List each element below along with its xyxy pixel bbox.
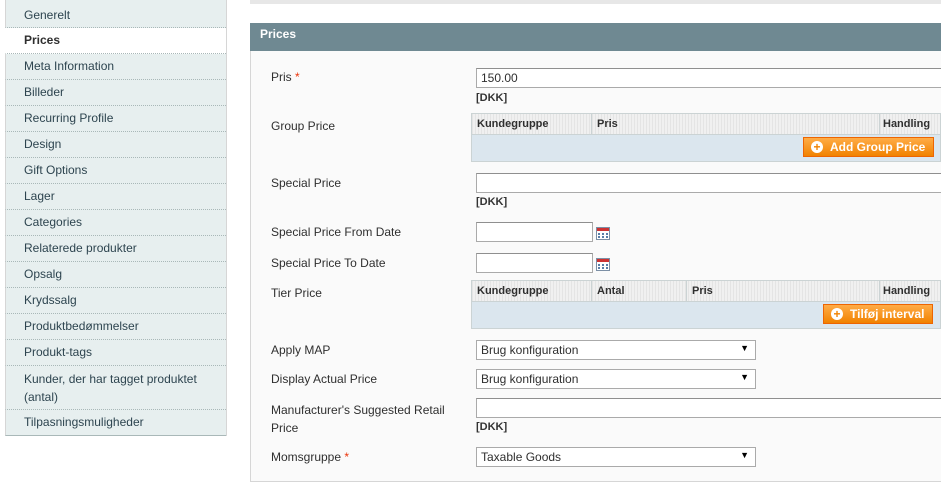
- top-divider: [250, 0, 941, 4]
- special-to-input[interactable]: [476, 253, 593, 273]
- col-pris: Pris: [692, 285, 713, 297]
- dropdown-arrow-icon: ▼: [740, 450, 749, 460]
- sidebar-item-design[interactable]: Design: [5, 132, 226, 158]
- sidebar-item-kunder-tagget[interactable]: Kunder, der har tagget produktet (antal): [5, 366, 226, 410]
- sidebar-item-meta-information[interactable]: Meta Information: [5, 54, 226, 80]
- sidebar-item-prices[interactable]: Prices: [5, 28, 226, 54]
- sidebar-tabs: Generelt Prices Meta Information Billede…: [5, 0, 227, 436]
- fieldset-title: Prices: [250, 23, 941, 51]
- apply-map-select[interactable]: Brug konfiguration ▼: [476, 340, 756, 360]
- group-price-label: Group Price: [271, 119, 336, 133]
- sidebar-item-recurring-profile[interactable]: Recurring Profile: [5, 106, 226, 132]
- calendar-icon[interactable]: [596, 227, 610, 240]
- col-antal: Antal: [597, 285, 625, 297]
- price-input[interactable]: [476, 68, 941, 88]
- calendar-icon[interactable]: [596, 258, 610, 271]
- col-kundegruppe: Kundegruppe: [477, 118, 549, 130]
- tier-price-label: Tier Price: [271, 286, 322, 300]
- special-price-currency-note: [DKK]: [476, 196, 508, 208]
- sidebar-item-produktbedommelser[interactable]: Produktbedømmelser: [5, 314, 226, 340]
- tax-class-label: Momsgruppe *: [271, 450, 350, 464]
- dropdown-arrow-icon: ▼: [740, 343, 749, 353]
- dropdown-arrow-icon: ▼: [740, 372, 749, 382]
- special-price-label: Special Price: [271, 176, 342, 190]
- add-group-price-button[interactable]: + Add Group Price: [803, 137, 935, 157]
- sidebar-item-billeder[interactable]: Billeder: [5, 80, 226, 106]
- col-handling: Handling: [883, 118, 931, 130]
- plus-icon: +: [831, 308, 843, 320]
- price-currency-note: [DKK]: [476, 92, 508, 104]
- msrp-label: Manufacturer's Suggested Retail Price: [271, 403, 445, 435]
- apply-map-label: Apply MAP: [271, 343, 331, 357]
- sidebar-item-relaterede-produkter[interactable]: Relaterede produkter: [5, 236, 226, 262]
- sidebar-item-generelt[interactable]: Generelt: [5, 0, 226, 28]
- sidebar-item-produkt-tags[interactable]: Produkt-tags: [5, 340, 226, 366]
- col-kundegruppe: Kundegruppe: [477, 285, 549, 297]
- col-handling: Handling: [883, 285, 931, 297]
- special-from-input[interactable]: [476, 222, 593, 242]
- sidebar-item-categories[interactable]: Categories: [5, 210, 226, 236]
- sidebar-item-gift-options[interactable]: Gift Options: [5, 158, 226, 184]
- msrp-currency-note: [DKK]: [476, 421, 508, 433]
- plus-icon: +: [811, 141, 823, 153]
- sidebar-item-opsalg[interactable]: Opsalg: [5, 262, 226, 288]
- col-pris: Pris: [597, 118, 618, 130]
- sidebar-item-lager[interactable]: Lager: [5, 184, 226, 210]
- special-from-label: Special Price From Date: [271, 225, 402, 239]
- sidebar-item-krydssalg[interactable]: Krydssalg: [5, 288, 226, 314]
- special-price-input[interactable]: [476, 173, 941, 193]
- display-actual-price-label: Display Actual Price: [271, 372, 378, 386]
- tax-class-select[interactable]: Taxable Goods ▼: [476, 447, 756, 467]
- special-to-label: Special Price To Date: [271, 256, 386, 270]
- msrp-input[interactable]: [476, 398, 941, 418]
- display-actual-price-select[interactable]: Brug konfiguration ▼: [476, 369, 756, 389]
- add-tier-interval-button[interactable]: + Tilføj interval: [823, 304, 934, 324]
- sidebar-item-tilpasningsmuligheder[interactable]: Tilpasningsmuligheder: [5, 410, 226, 436]
- price-label: Pris *: [271, 70, 300, 84]
